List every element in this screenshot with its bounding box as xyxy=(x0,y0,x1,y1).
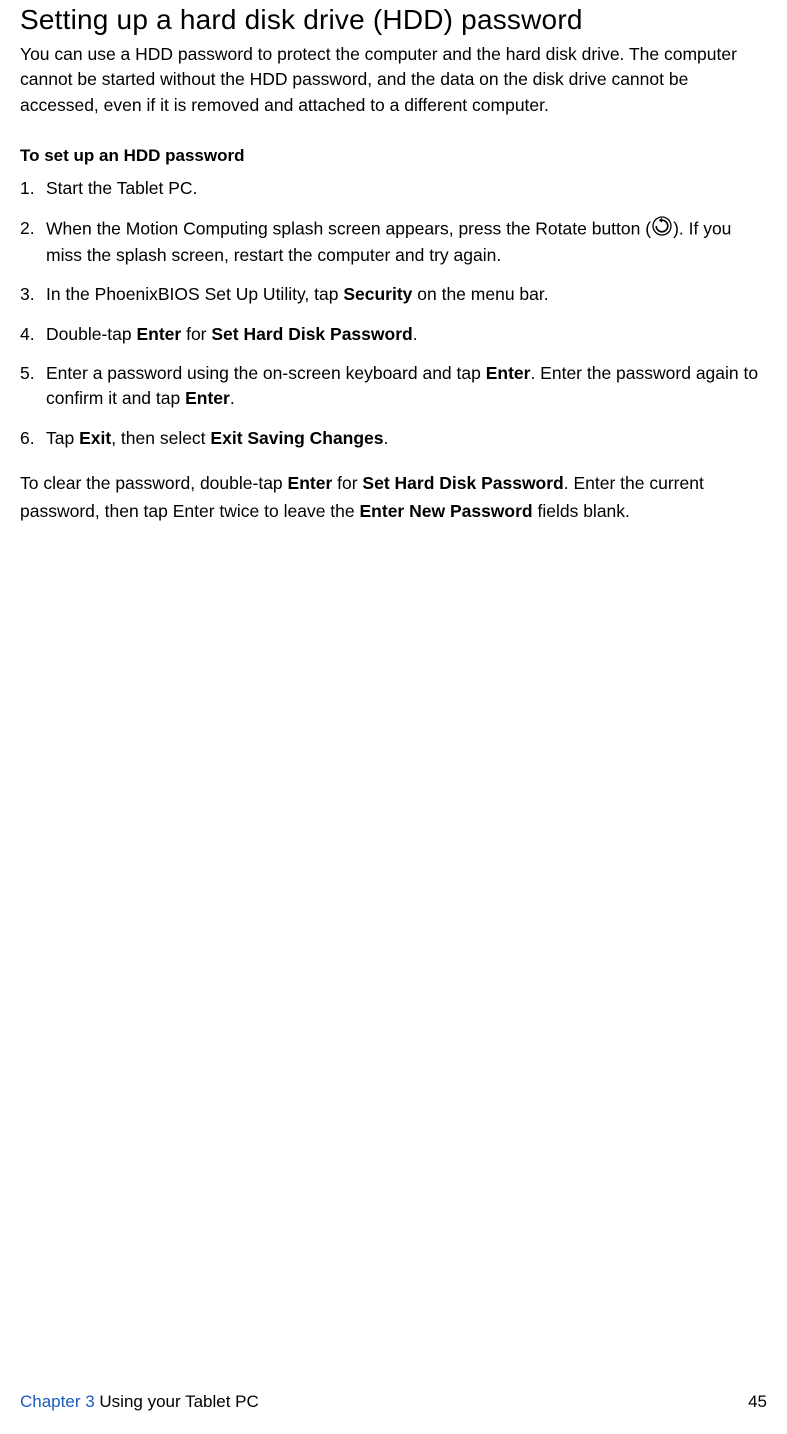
clear-f: Enter New Password xyxy=(360,501,533,521)
clear-d: Set Hard Disk Password xyxy=(362,473,563,493)
step-3-text-a: In the PhoenixBIOS Set Up Utility, tap xyxy=(46,284,343,304)
step-6-strong-1: Exit xyxy=(79,428,111,448)
page-title: Setting up a hard disk drive (HDD) passw… xyxy=(20,4,767,36)
intro-paragraph: You can use a HDD password to protect th… xyxy=(20,42,767,118)
step-2: When the Motion Computing splash screen … xyxy=(20,216,767,269)
clear-password-paragraph: To clear the password, double-tap Enter … xyxy=(20,469,767,525)
step-2-text-a: When the Motion Computing splash screen … xyxy=(46,218,651,238)
chapter-title: Using your Tablet PC xyxy=(95,1392,259,1411)
step-4-text-e: . xyxy=(413,324,418,344)
step-6-text-e: . xyxy=(384,428,389,448)
step-4-strong-1: Enter xyxy=(136,324,181,344)
step-5-strong-2: Enter xyxy=(185,388,230,408)
clear-a: To clear the password, double-tap xyxy=(20,473,288,493)
step-1-text: Start the Tablet PC. xyxy=(46,178,197,198)
step-3: In the PhoenixBIOS Set Up Utility, tap S… xyxy=(20,282,767,307)
step-4: Double-tap Enter for Set Hard Disk Passw… xyxy=(20,322,767,347)
chapter-link[interactable]: Chapter 3 xyxy=(20,1392,95,1411)
step-5-text-e: . xyxy=(230,388,235,408)
page-footer: Chapter 3 Using your Tablet PC 45 xyxy=(20,1392,767,1412)
rotate-icon xyxy=(652,216,672,243)
step-5: Enter a password using the on-screen key… xyxy=(20,361,767,412)
step-5-strong-1: Enter xyxy=(486,363,531,383)
step-3-strong: Security xyxy=(343,284,412,304)
step-6-strong-2: Exit Saving Changes xyxy=(210,428,383,448)
clear-g: fields blank. xyxy=(533,501,630,521)
footer-left: Chapter 3 Using your Tablet PC xyxy=(20,1392,259,1412)
step-6-text-a: Tap xyxy=(46,428,79,448)
steps-list: Start the Tablet PC. When the Motion Com… xyxy=(20,176,767,451)
page-number: 45 xyxy=(748,1392,767,1412)
step-4-text-a: Double-tap xyxy=(46,324,136,344)
procedure-heading: To set up an HDD password xyxy=(20,146,767,166)
clear-c: for xyxy=(332,473,362,493)
step-4-strong-2: Set Hard Disk Password xyxy=(211,324,412,344)
clear-b: Enter xyxy=(288,473,333,493)
step-4-text-c: for xyxy=(181,324,211,344)
step-1: Start the Tablet PC. xyxy=(20,176,767,201)
step-6: Tap Exit, then select Exit Saving Change… xyxy=(20,426,767,451)
step-6-text-c: , then select xyxy=(111,428,210,448)
step-3-text-c: on the menu bar. xyxy=(412,284,548,304)
step-5-text-a: Enter a password using the on-screen key… xyxy=(46,363,486,383)
